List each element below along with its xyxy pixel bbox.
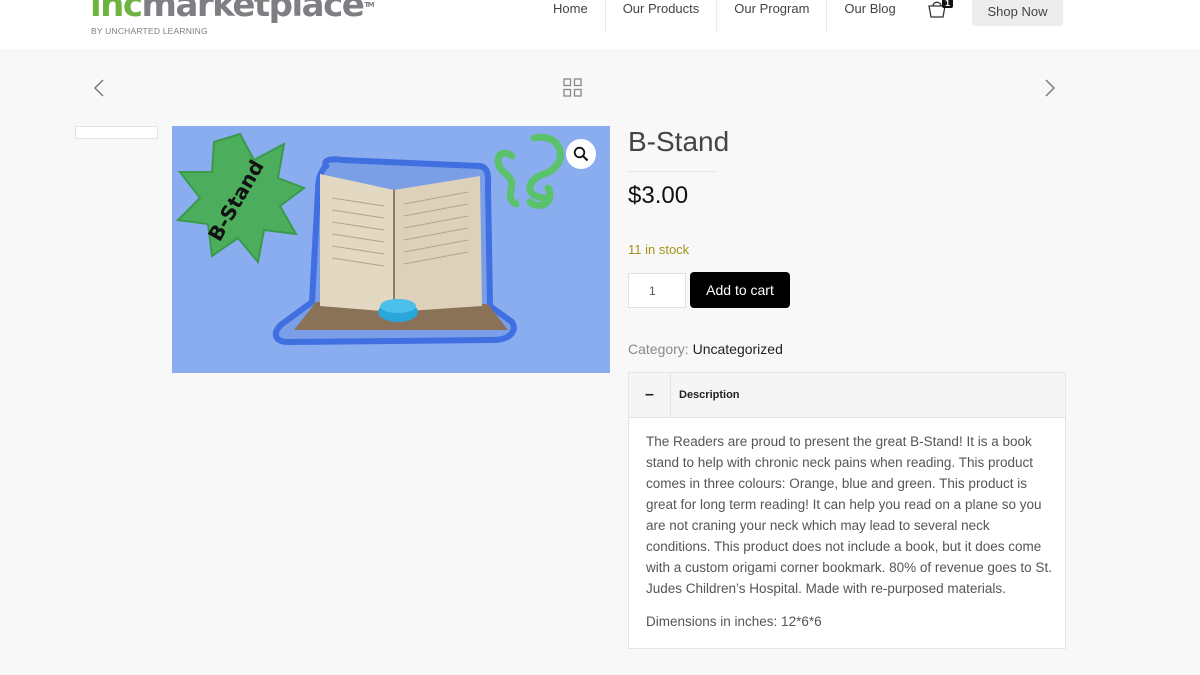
description-body: The Readers are proud to present the gre… bbox=[646, 431, 1056, 632]
add-to-cart-button[interactable]: Add to cart bbox=[690, 272, 790, 308]
logo-wordmark: incmarketplaceTM bbox=[90, 0, 375, 25]
book-right-page bbox=[394, 176, 482, 312]
site-logo[interactable]: incmarketplaceTM BY UNCHARTED LEARNING bbox=[90, 0, 375, 36]
logo-inc: inc bbox=[90, 0, 143, 25]
stock-status: 11 in stock bbox=[628, 242, 690, 257]
category-label: Category: bbox=[628, 341, 689, 357]
site-header: incmarketplaceTM BY UNCHARTED LEARNING H… bbox=[0, 0, 1200, 49]
description-accordion: – Description The Readers are proud to p… bbox=[628, 372, 1066, 649]
nav-our-program[interactable]: Our Program bbox=[717, 0, 828, 33]
logo-trademark: TM bbox=[364, 1, 374, 9]
next-arrow-icon[interactable] bbox=[1043, 78, 1057, 98]
nav-our-products[interactable]: Our Products bbox=[606, 0, 718, 33]
main-nav: Home Our Products Our Program Our Blog bbox=[536, 0, 913, 33]
nav-our-blog[interactable]: Our Blog bbox=[827, 0, 912, 33]
dimensions-paragraph: Dimensions in inches: 12*6*6 bbox=[646, 614, 822, 629]
product-category: Category: Uncategorized bbox=[628, 341, 783, 357]
swirl-decoration bbox=[494, 133, 564, 209]
description-paragraph: The Readers are proud to present the gre… bbox=[646, 434, 1052, 596]
product-price: $3.00 bbox=[628, 182, 689, 209]
stand-blue-cap-top bbox=[380, 299, 416, 313]
grid-icon[interactable] bbox=[563, 78, 582, 97]
book-left-page bbox=[320, 174, 394, 312]
quantity-input[interactable] bbox=[628, 273, 686, 308]
shop-now-button[interactable]: Shop Now bbox=[972, 0, 1063, 26]
product-image[interactable]: B-Stand bbox=[172, 126, 610, 373]
gallery-thumbnail[interactable] bbox=[75, 126, 158, 139]
product-title: B-Stand bbox=[628, 126, 730, 157]
cart-count-badge: 1 bbox=[942, 0, 954, 8]
collapse-toggle[interactable]: – bbox=[629, 373, 671, 417]
description-tab-header[interactable]: – Description bbox=[629, 373, 1065, 418]
category-link[interactable]: Uncategorized bbox=[693, 341, 783, 357]
nav-home[interactable]: Home bbox=[536, 0, 606, 33]
cart-button[interactable]: 1 bbox=[926, 0, 956, 20]
logo-marketplace: marketplace bbox=[141, 0, 365, 25]
title-divider bbox=[628, 171, 716, 172]
description-tab-title: Description bbox=[679, 389, 740, 401]
previous-arrow-icon[interactable] bbox=[92, 78, 106, 98]
product-photo: B-Stand bbox=[175, 132, 564, 346]
zoom-button[interactable] bbox=[566, 139, 596, 169]
logo-tagline: BY UNCHARTED LEARNING bbox=[91, 26, 208, 36]
zoom-icon bbox=[573, 146, 589, 162]
